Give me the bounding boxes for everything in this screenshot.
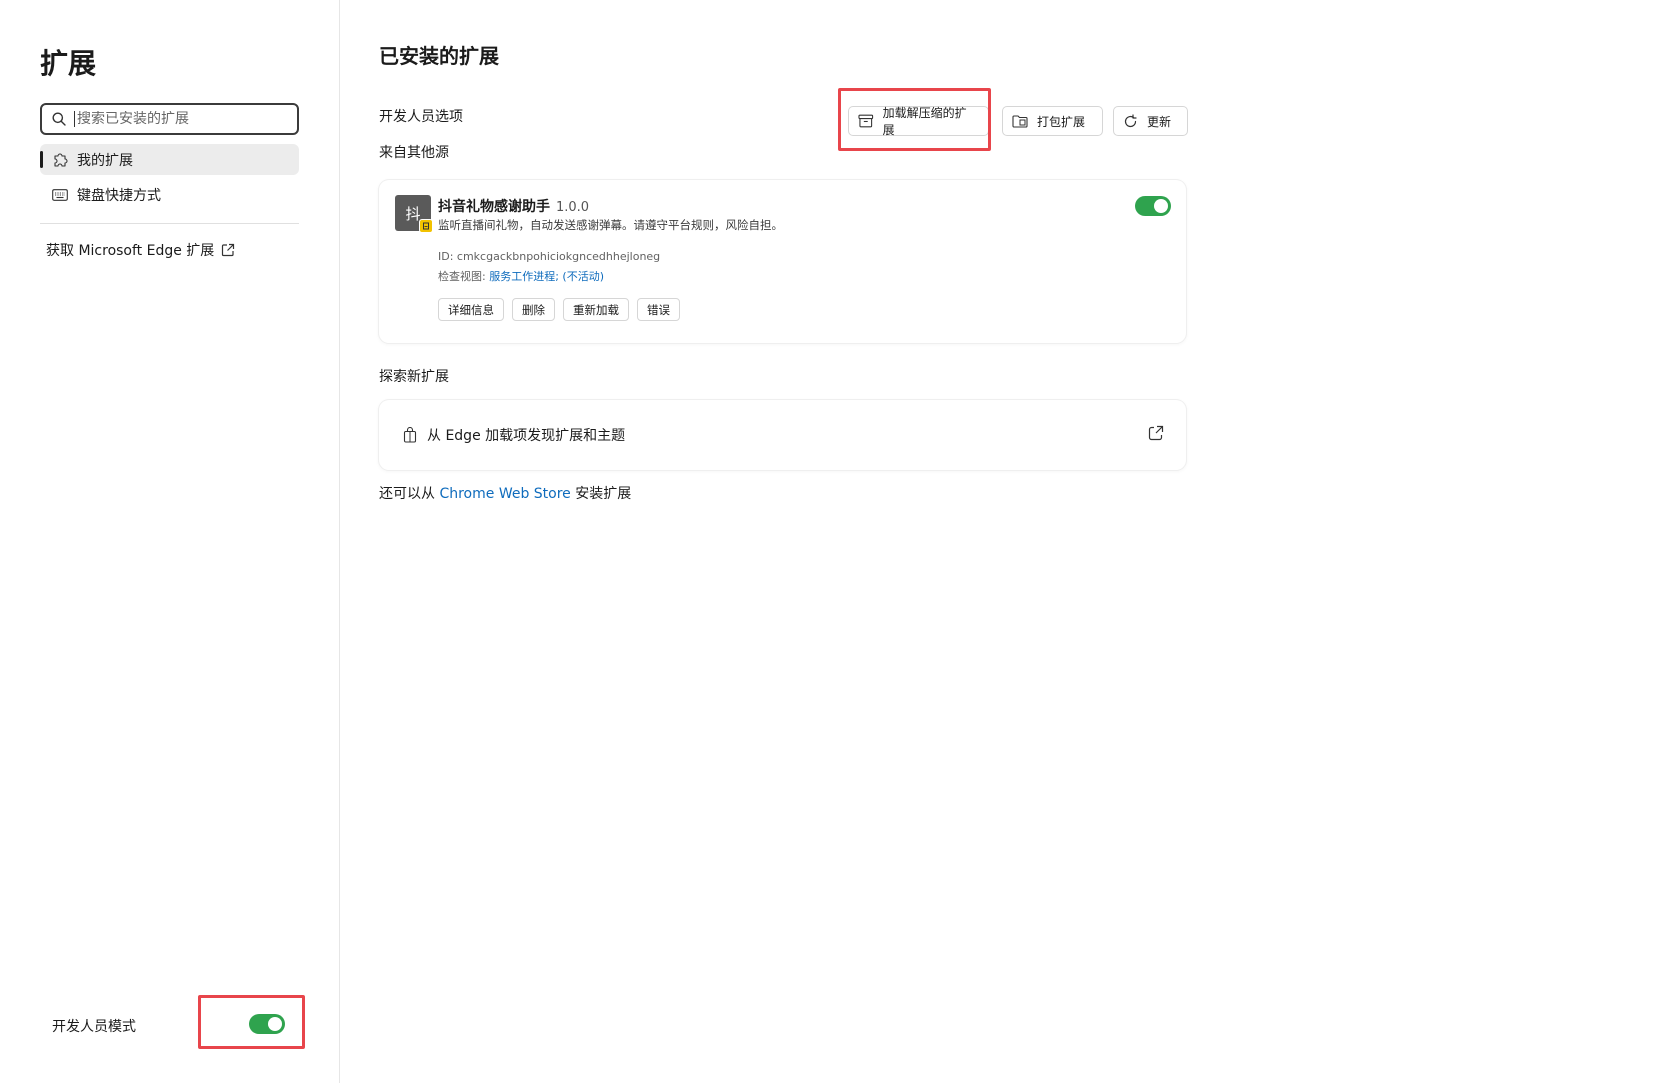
discover-label: 探索新扩展 [379, 369, 449, 385]
service-worker-link[interactable]: 服务工作进程; (不活动) [489, 270, 604, 283]
search-box[interactable] [40, 103, 299, 135]
errors-button[interactable]: 错误 [637, 298, 680, 321]
box-icon [858, 114, 874, 128]
discover-card[interactable]: 从 Edge 加载项发现扩展和主题 [379, 400, 1186, 470]
discover-row-label: 从 Edge 加载项发现扩展和主题 [427, 428, 626, 444]
inspect-views-label: 检查视图: [438, 270, 490, 283]
shopping-bag-icon [403, 427, 417, 443]
keyboard-icon [52, 188, 68, 201]
also-install-text: 还可以从 Chrome Web Store 安装扩展 [379, 483, 631, 503]
developer-options-label: 开发人员选项 [379, 109, 463, 125]
extension-id: ID: cmkcgackbnpohiciokgncedhhejloneg [438, 250, 661, 263]
external-link-icon [222, 243, 235, 257]
also-install-prefix: 还可以从 [379, 486, 440, 502]
developer-mode-toggle[interactable] [249, 1014, 285, 1034]
refresh-icon [1124, 113, 1137, 127]
extension-version: 1.0.0 [556, 200, 590, 215]
pack-extension-button[interactable]: 打包扩展 [1002, 106, 1103, 136]
get-extensions-label: 获取 Microsoft Edge 扩展 [46, 243, 215, 259]
extension-description: 监听直播间礼物，自动发送感谢弹幕。请遵守平台规则，风险自担。 [438, 218, 783, 232]
extension-inspect-views: 检查视图: 服务工作进程; (不活动) [438, 268, 604, 284]
extension-name-text: 抖音礼物感谢助手 [438, 199, 550, 215]
sidebar-item-label: 我的扩展 [77, 152, 133, 169]
page-title: 已安装的扩展 [379, 44, 499, 68]
sidebar-item-my-extensions[interactable]: 我的扩展 [40, 144, 299, 175]
also-install-suffix: 安装扩展 [570, 486, 632, 502]
sidebar-item-label: 键盘快捷方式 [77, 187, 161, 204]
puzzle-icon [54, 152, 68, 167]
update-label: 更新 [1147, 114, 1172, 129]
extension-card: 抖 抖音礼物感谢助手 1.0.0 监听直播间礼物，自动发送感谢弹幕。请遵守平台规则… [379, 180, 1186, 343]
search-icon [52, 112, 66, 126]
discover-row[interactable]: 从 Edge 加载项发现扩展和主题 [403, 400, 625, 470]
load-unpacked-button[interactable]: 加载解压缩的扩展 [848, 106, 989, 137]
load-unpacked-label: 加载解压缩的扩展 [882, 106, 967, 137]
sidebar: 扩展 我的扩展 键盘快捷方式 获取 Microsoft Edge 扩展 开发人员… [0, 0, 340, 1083]
sidebar-title: 扩展 [40, 47, 97, 80]
extension-actions: 详细信息 删除 重新加载 错误 [438, 298, 680, 321]
package-icon [1012, 115, 1028, 128]
extension-enabled-toggle[interactable] [1135, 196, 1171, 216]
sidebar-item-keyboard-shortcuts[interactable]: 键盘快捷方式 [40, 179, 299, 210]
unpacked-badge-icon [419, 219, 433, 233]
reload-button[interactable]: 重新加载 [563, 298, 629, 321]
update-button[interactable]: 更新 [1113, 106, 1188, 136]
pack-extension-label: 打包扩展 [1037, 114, 1086, 129]
external-link-icon[interactable] [1148, 425, 1164, 441]
get-edge-extensions-link[interactable]: 获取 Microsoft Edge 扩展 [46, 240, 235, 260]
remove-button[interactable]: 删除 [512, 298, 555, 321]
developer-mode-label: 开发人员模式 [52, 1019, 136, 1035]
other-sources-label: 来自其他源 [379, 145, 449, 161]
extension-name: 抖音礼物感谢助手 1.0.0 [438, 196, 589, 216]
chrome-web-store-link[interactable]: Chrome Web Store [439, 486, 570, 502]
search-input[interactable] [74, 111, 274, 127]
sidebar-divider [40, 223, 299, 224]
details-button[interactable]: 详细信息 [438, 298, 504, 321]
